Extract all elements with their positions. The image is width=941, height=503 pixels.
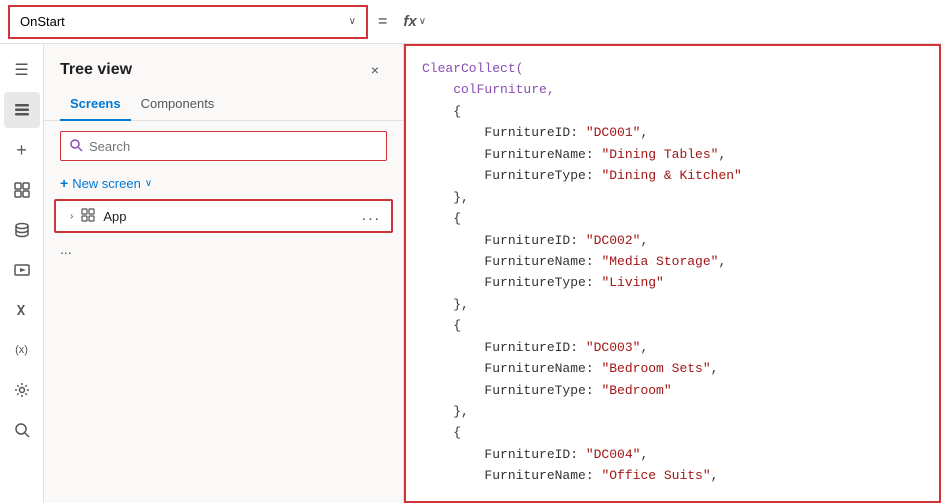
code-line: { — [422, 422, 923, 443]
more-items-ellipsis: ... — [44, 237, 403, 261]
app-grid-icon — [81, 208, 95, 225]
plus-icon: + — [60, 175, 68, 191]
code-line: FurnitureType: "Living" — [422, 272, 923, 293]
formula-icon[interactable] — [4, 292, 40, 328]
dropdown-chevron-icon: ∨ — [349, 16, 356, 27]
equals-sign: = — [374, 13, 391, 31]
ui-components-icon[interactable] — [4, 172, 40, 208]
code-line: }, — [422, 187, 923, 208]
app-more-menu-icon[interactable]: ... — [362, 207, 381, 225]
icon-sidebar: ☰ + — [0, 44, 44, 503]
new-screen-chevron-icon: ∨ — [145, 178, 152, 189]
fx-button[interactable]: fx ∨ — [397, 9, 432, 34]
code-line: FurnitureName: "Office Suits", — [422, 465, 923, 486]
hamburger-menu-icon[interactable]: ☰ — [4, 52, 40, 88]
variables-icon[interactable]: (x) — [4, 332, 40, 368]
code-line: ClearCollect( — [422, 58, 923, 79]
tree-header: Tree view × — [44, 44, 403, 90]
app-row[interactable]: › App ... — [54, 199, 393, 233]
code-line: FurnitureID: "DC002", — [422, 230, 923, 251]
add-icon[interactable]: + — [4, 132, 40, 168]
tab-screens[interactable]: Screens — [60, 90, 131, 121]
search-input[interactable] — [89, 139, 378, 154]
settings-icon[interactable] — [4, 372, 40, 408]
search-icon — [69, 138, 83, 155]
search-box — [60, 131, 387, 161]
tabs-row: Screens Components — [44, 90, 403, 121]
top-bar: OnStart ∨ = fx ∨ — [0, 0, 941, 44]
new-screen-button[interactable]: + New screen ∨ — [44, 171, 403, 195]
code-line: }, — [422, 294, 923, 315]
code-line: FurnitureType: "Dining & Kitchen" — [422, 165, 923, 186]
tab-components[interactable]: Components — [131, 90, 225, 121]
code-line: }, — [422, 401, 923, 422]
code-line: FurnitureID: "DC004", — [422, 444, 923, 465]
property-dropdown[interactable]: OnStart ∨ — [8, 5, 368, 39]
code-line: { — [422, 315, 923, 336]
tree-view-title: Tree view — [60, 61, 132, 79]
code-line: FurnitureName: "Dining Tables", — [422, 144, 923, 165]
fx-icon: fx — [403, 13, 416, 30]
tree-panel: Tree view × Screens Components — [44, 44, 404, 503]
close-button[interactable]: × — [363, 58, 387, 82]
search-icon-sidebar[interactable] — [4, 412, 40, 448]
fx-chevron-icon: ∨ — [419, 16, 426, 27]
code-line: { — [422, 208, 923, 229]
code-line: FurnitureName: "Media Storage", — [422, 251, 923, 272]
code-line: FurnitureID: "DC001", — [422, 122, 923, 143]
code-panel[interactable]: ClearCollect( colFurniture, { FurnitureI… — [404, 44, 941, 503]
code-line: FurnitureType: "Bedroom" — [422, 380, 923, 401]
code-line: { — [422, 101, 923, 122]
media-icon[interactable] — [4, 252, 40, 288]
search-container — [44, 121, 403, 171]
code-line: FurnitureName: "Bedroom Sets", — [422, 358, 923, 379]
layers-icon[interactable] — [4, 92, 40, 128]
app-label: App — [103, 209, 126, 224]
app-expand-chevron-icon: › — [70, 211, 73, 222]
property-dropdown-value: OnStart — [20, 14, 65, 29]
code-line: FurnitureID: "DC003", — [422, 337, 923, 358]
new-screen-label: New screen — [72, 176, 141, 191]
code-line: colFurniture, — [422, 79, 923, 100]
main-area: ☰ + — [0, 44, 941, 503]
data-icon[interactable] — [4, 212, 40, 248]
